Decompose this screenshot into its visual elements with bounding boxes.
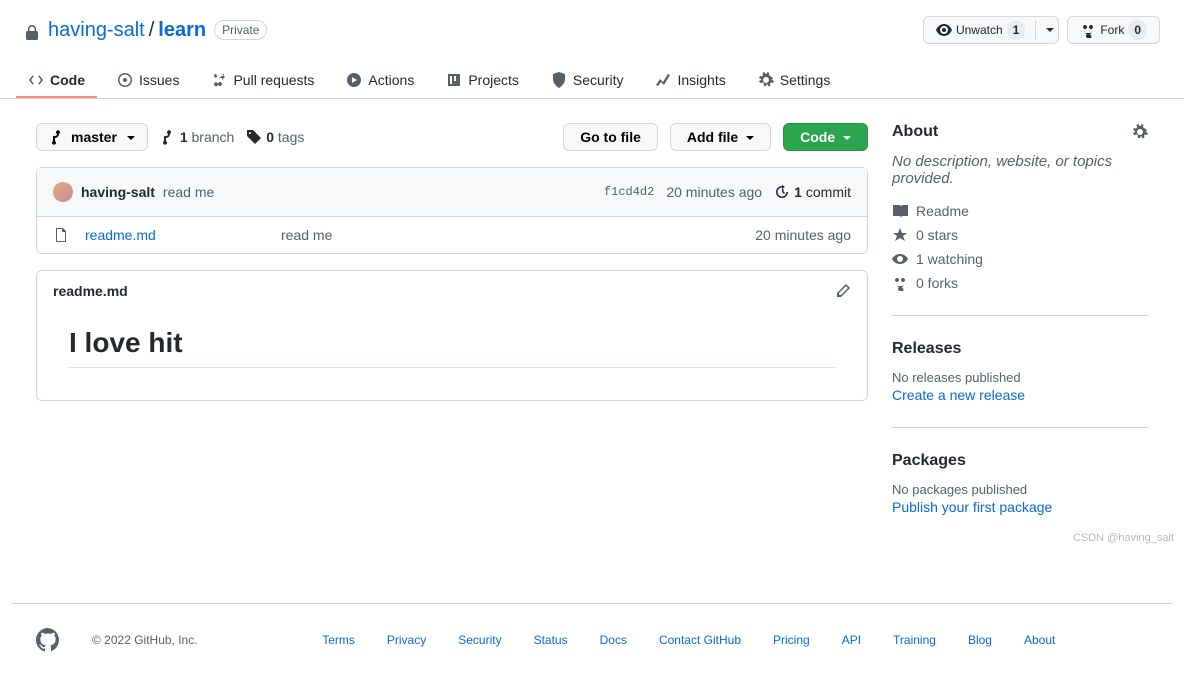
- tab-code[interactable]: Code: [16, 64, 97, 98]
- footer-link[interactable]: API: [842, 633, 861, 647]
- footer-link[interactable]: Security: [458, 633, 501, 647]
- readme-box: readme.md I love hit: [36, 270, 868, 401]
- tab-security[interactable]: Security: [539, 64, 636, 98]
- tab-actions[interactable]: Actions: [334, 64, 426, 98]
- tab-settings[interactable]: Settings: [746, 64, 843, 98]
- footer-link[interactable]: Docs: [600, 633, 627, 647]
- footer-link[interactable]: Status: [534, 633, 568, 647]
- footer-link[interactable]: About: [1024, 633, 1055, 647]
- owner-link[interactable]: having-salt: [48, 19, 145, 42]
- commits-link[interactable]: 1 commit: [774, 184, 851, 200]
- copyright: © 2022 GitHub, Inc.: [92, 633, 198, 647]
- branches-link[interactable]: 1 branch: [160, 129, 234, 145]
- tags-link[interactable]: 0 tags: [246, 129, 304, 145]
- repo-tabs: Code Issues Pull requests Actions Projec…: [0, 64, 1184, 99]
- avatar[interactable]: [53, 182, 73, 202]
- forks-link[interactable]: 0 forks: [892, 275, 1148, 291]
- readme-filename[interactable]: readme.md: [53, 283, 128, 299]
- packages-title[interactable]: Packages: [892, 452, 1148, 470]
- footer-link[interactable]: Privacy: [387, 633, 426, 647]
- create-release-link[interactable]: Create a new release: [892, 387, 1025, 403]
- repo-link[interactable]: learn: [158, 19, 206, 42]
- fork-label: Fork: [1100, 20, 1124, 40]
- readme-link[interactable]: Readme: [892, 203, 1148, 219]
- footer-link[interactable]: Training: [893, 633, 936, 647]
- visibility-badge: Private: [214, 20, 267, 40]
- edit-readme-button[interactable]: [835, 283, 851, 299]
- watermark: CSDN @having_salt: [1073, 532, 1174, 544]
- commit-sha[interactable]: f1cd4d2: [604, 185, 654, 199]
- chevron-down-icon: [1042, 20, 1054, 40]
- readme-heading: I love hit: [69, 327, 835, 368]
- pencil-icon: [835, 283, 851, 299]
- unwatch-button[interactable]: Unwatch 1: [923, 16, 1059, 44]
- tab-insights[interactable]: Insights: [643, 64, 737, 98]
- footer-link[interactable]: Terms: [322, 633, 355, 647]
- path-separator: /: [149, 19, 155, 42]
- files-box: having-salt read me f1cd4d2 20 minutes a…: [36, 167, 868, 254]
- commit-author[interactable]: having-salt: [81, 184, 155, 200]
- packages-empty: No packages published: [892, 482, 1148, 497]
- fork-button[interactable]: Fork 0: [1067, 16, 1160, 44]
- watching-link[interactable]: 1 watching: [892, 251, 1148, 267]
- commit-message[interactable]: read me: [163, 184, 214, 200]
- github-logo-icon[interactable]: [36, 628, 60, 652]
- go-to-file-button[interactable]: Go to file: [563, 123, 658, 151]
- tab-issues[interactable]: Issues: [105, 64, 191, 98]
- stars-link[interactable]: 0 stars: [892, 227, 1148, 243]
- commit-time: 20 minutes ago: [666, 184, 762, 200]
- releases-empty: No releases published: [892, 370, 1148, 385]
- footer-link[interactable]: Contact GitHub: [659, 633, 741, 647]
- unwatch-label: Unwatch: [956, 20, 1003, 40]
- file-time: 20 minutes ago: [755, 227, 851, 243]
- lock-icon: [24, 19, 40, 42]
- history-icon: [774, 184, 790, 200]
- gear-icon: [1132, 124, 1148, 140]
- file-icon: [53, 227, 69, 243]
- footer-links: Terms Privacy Security Status Docs Conta…: [230, 633, 1148, 647]
- branch-icon: [49, 129, 65, 145]
- file-commit-msg[interactable]: read me: [281, 227, 739, 243]
- add-file-button[interactable]: Add file: [670, 123, 771, 151]
- watch-count: 1: [1007, 20, 1026, 40]
- file-name[interactable]: readme.md: [85, 227, 265, 243]
- releases-title[interactable]: Releases: [892, 340, 1148, 358]
- branch-select[interactable]: master: [36, 123, 148, 151]
- code-button[interactable]: Code: [783, 123, 868, 151]
- fork-icon: [1080, 22, 1096, 38]
- tab-pulls[interactable]: Pull requests: [199, 64, 326, 98]
- chevron-down-icon: [123, 129, 135, 145]
- footer-link[interactable]: Pricing: [773, 633, 810, 647]
- publish-package-link[interactable]: Publish your first package: [892, 499, 1052, 515]
- footer-link[interactable]: Blog: [968, 633, 992, 647]
- about-settings-button[interactable]: [1132, 123, 1148, 141]
- fork-count: 0: [1128, 20, 1147, 40]
- about-empty: No description, website, or topics provi…: [892, 153, 1148, 187]
- file-row[interactable]: readme.md read me 20 minutes ago: [37, 217, 867, 253]
- eye-icon: [936, 22, 952, 38]
- about-title: About: [892, 123, 938, 141]
- tab-projects[interactable]: Projects: [434, 64, 531, 98]
